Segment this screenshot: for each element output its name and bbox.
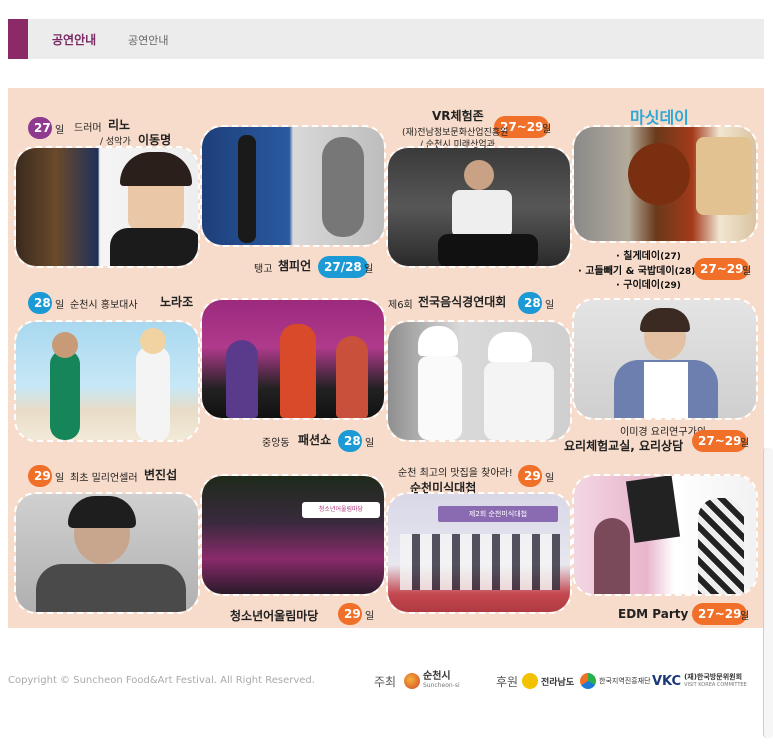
foundation-logo-icon xyxy=(580,673,596,689)
food-day-item: · 고들빼기 & 국밥데이(28) xyxy=(578,266,696,277)
host-name: 순천시 xyxy=(423,671,451,682)
page: 공연안내 공연안내 27 일 드러머 리노 / 성악가 이동명 탱고 챔피언 2… xyxy=(0,0,773,746)
day-suffix: 일 xyxy=(545,473,555,484)
header-accent-bar xyxy=(8,19,28,59)
performer-role: 중앙동 xyxy=(262,438,290,449)
day-suffix: 일 xyxy=(740,438,750,449)
event-photo xyxy=(386,146,572,268)
day-suffix: 일 xyxy=(365,438,375,449)
jeonnam-logo-icon xyxy=(522,673,538,689)
performer-role: 최초 밀리언셀러 xyxy=(70,473,138,484)
sponsor-label: 후원 xyxy=(496,675,519,689)
event-photo xyxy=(386,320,572,442)
sponsor-name: (재)한국방문위원회 xyxy=(684,673,743,681)
event-title: 요리체험교실, 요리상담 xyxy=(564,439,684,453)
scrollbar[interactable] xyxy=(763,448,773,738)
vkc-mark: VKC xyxy=(652,673,682,689)
event-role: 제6회 xyxy=(388,300,413,311)
sponsor-name: 한국지역진흥재단 xyxy=(599,677,651,685)
host-label: 주최 xyxy=(374,675,397,689)
food-photo xyxy=(572,125,758,243)
day-suffix: 일 xyxy=(542,124,552,135)
site-footer: Copyright © Suncheon Food&Art Festival. … xyxy=(0,655,773,746)
performer-role: 드러머 xyxy=(74,123,102,134)
date-badge: 29 xyxy=(518,465,542,487)
chef-photo xyxy=(572,298,758,420)
performer-name: 변진섭 xyxy=(144,468,178,482)
food-day-item: · 칠게데이(27) xyxy=(616,251,681,262)
date-badge: 27/28 xyxy=(318,256,368,278)
performer-name: 노라조 xyxy=(160,295,194,309)
performer-role: 탱고 xyxy=(254,264,273,275)
performer-photo xyxy=(572,474,758,596)
event-title: EDM Party xyxy=(618,607,689,621)
performer-photo xyxy=(14,492,200,614)
suncheon-logo-icon xyxy=(404,673,420,689)
day-suffix: 일 xyxy=(55,300,65,311)
festival-photo: 청소년어울림마당 xyxy=(200,474,386,596)
day-suffix: 일 xyxy=(364,264,374,275)
host-subtitle: Suncheon-si xyxy=(423,682,460,689)
performer-name: 챔피언 xyxy=(278,259,312,273)
festival-sign: 청소년어울림마당 xyxy=(302,502,380,518)
breadcrumb[interactable]: 공연안내 xyxy=(128,32,168,48)
performer-photo xyxy=(14,146,200,268)
event-photo: 제2회 순천미식대첩 xyxy=(386,492,572,614)
day-suffix: 일 xyxy=(55,125,65,136)
food-day-item: · 구이데이(29) xyxy=(616,280,681,291)
day-suffix: 일 xyxy=(742,266,752,277)
copyright-text: Copyright © Suncheon Food&Art Festival. … xyxy=(8,675,315,686)
date-badge: 29 xyxy=(28,465,52,487)
day-suffix: 일 xyxy=(740,611,750,622)
sponsor-subtitle: VISIT KOREA COMMITTEE xyxy=(684,682,747,688)
event-title: VR체험존 xyxy=(432,109,484,123)
date-badge: 29 xyxy=(338,603,362,625)
performer-photo xyxy=(14,320,200,442)
performer-name: 패션쇼 xyxy=(298,433,332,447)
day-suffix: 일 xyxy=(545,300,555,311)
date-badge: 28 xyxy=(28,292,52,314)
event-banner: 제2회 순천미식대첩 xyxy=(438,506,558,522)
day-suffix: 일 xyxy=(55,473,65,484)
date-badge: 27 xyxy=(28,117,52,139)
page-title: 공연안내 xyxy=(52,33,97,47)
event-tagline: 순천 최고의 맛집을 찾아라! xyxy=(398,468,513,479)
page-header: 공연안내 공연안내 xyxy=(8,19,764,59)
day-suffix: 일 xyxy=(365,611,375,622)
performer-name: 리노 xyxy=(108,118,131,132)
vkc-logo[interactable]: VKC (재)한국방문위원회 VISIT KOREA COMMITTEE xyxy=(652,671,747,691)
event-title: 전국음식경연대회 xyxy=(418,295,507,309)
performer-role: 순천시 홍보대사 xyxy=(70,300,138,311)
event-title: 청소년어울림마당 xyxy=(230,609,319,623)
performer-photo xyxy=(200,125,386,247)
performer-photo xyxy=(200,298,386,420)
performance-poster: 27 일 드러머 리노 / 성악가 이동명 탱고 챔피언 27/28 일 VR체… xyxy=(8,88,764,628)
jeonnam-logo[interactable]: 전라남도 xyxy=(522,671,574,691)
foundation-logo[interactable]: 한국지역진흥재단 xyxy=(580,671,651,691)
sponsor-name: 전라남도 xyxy=(541,677,575,688)
date-badge: 28 xyxy=(338,430,362,452)
date-badge: 28 xyxy=(518,292,542,314)
suncheon-logo[interactable]: 순천시 Suncheon-si xyxy=(404,671,460,691)
